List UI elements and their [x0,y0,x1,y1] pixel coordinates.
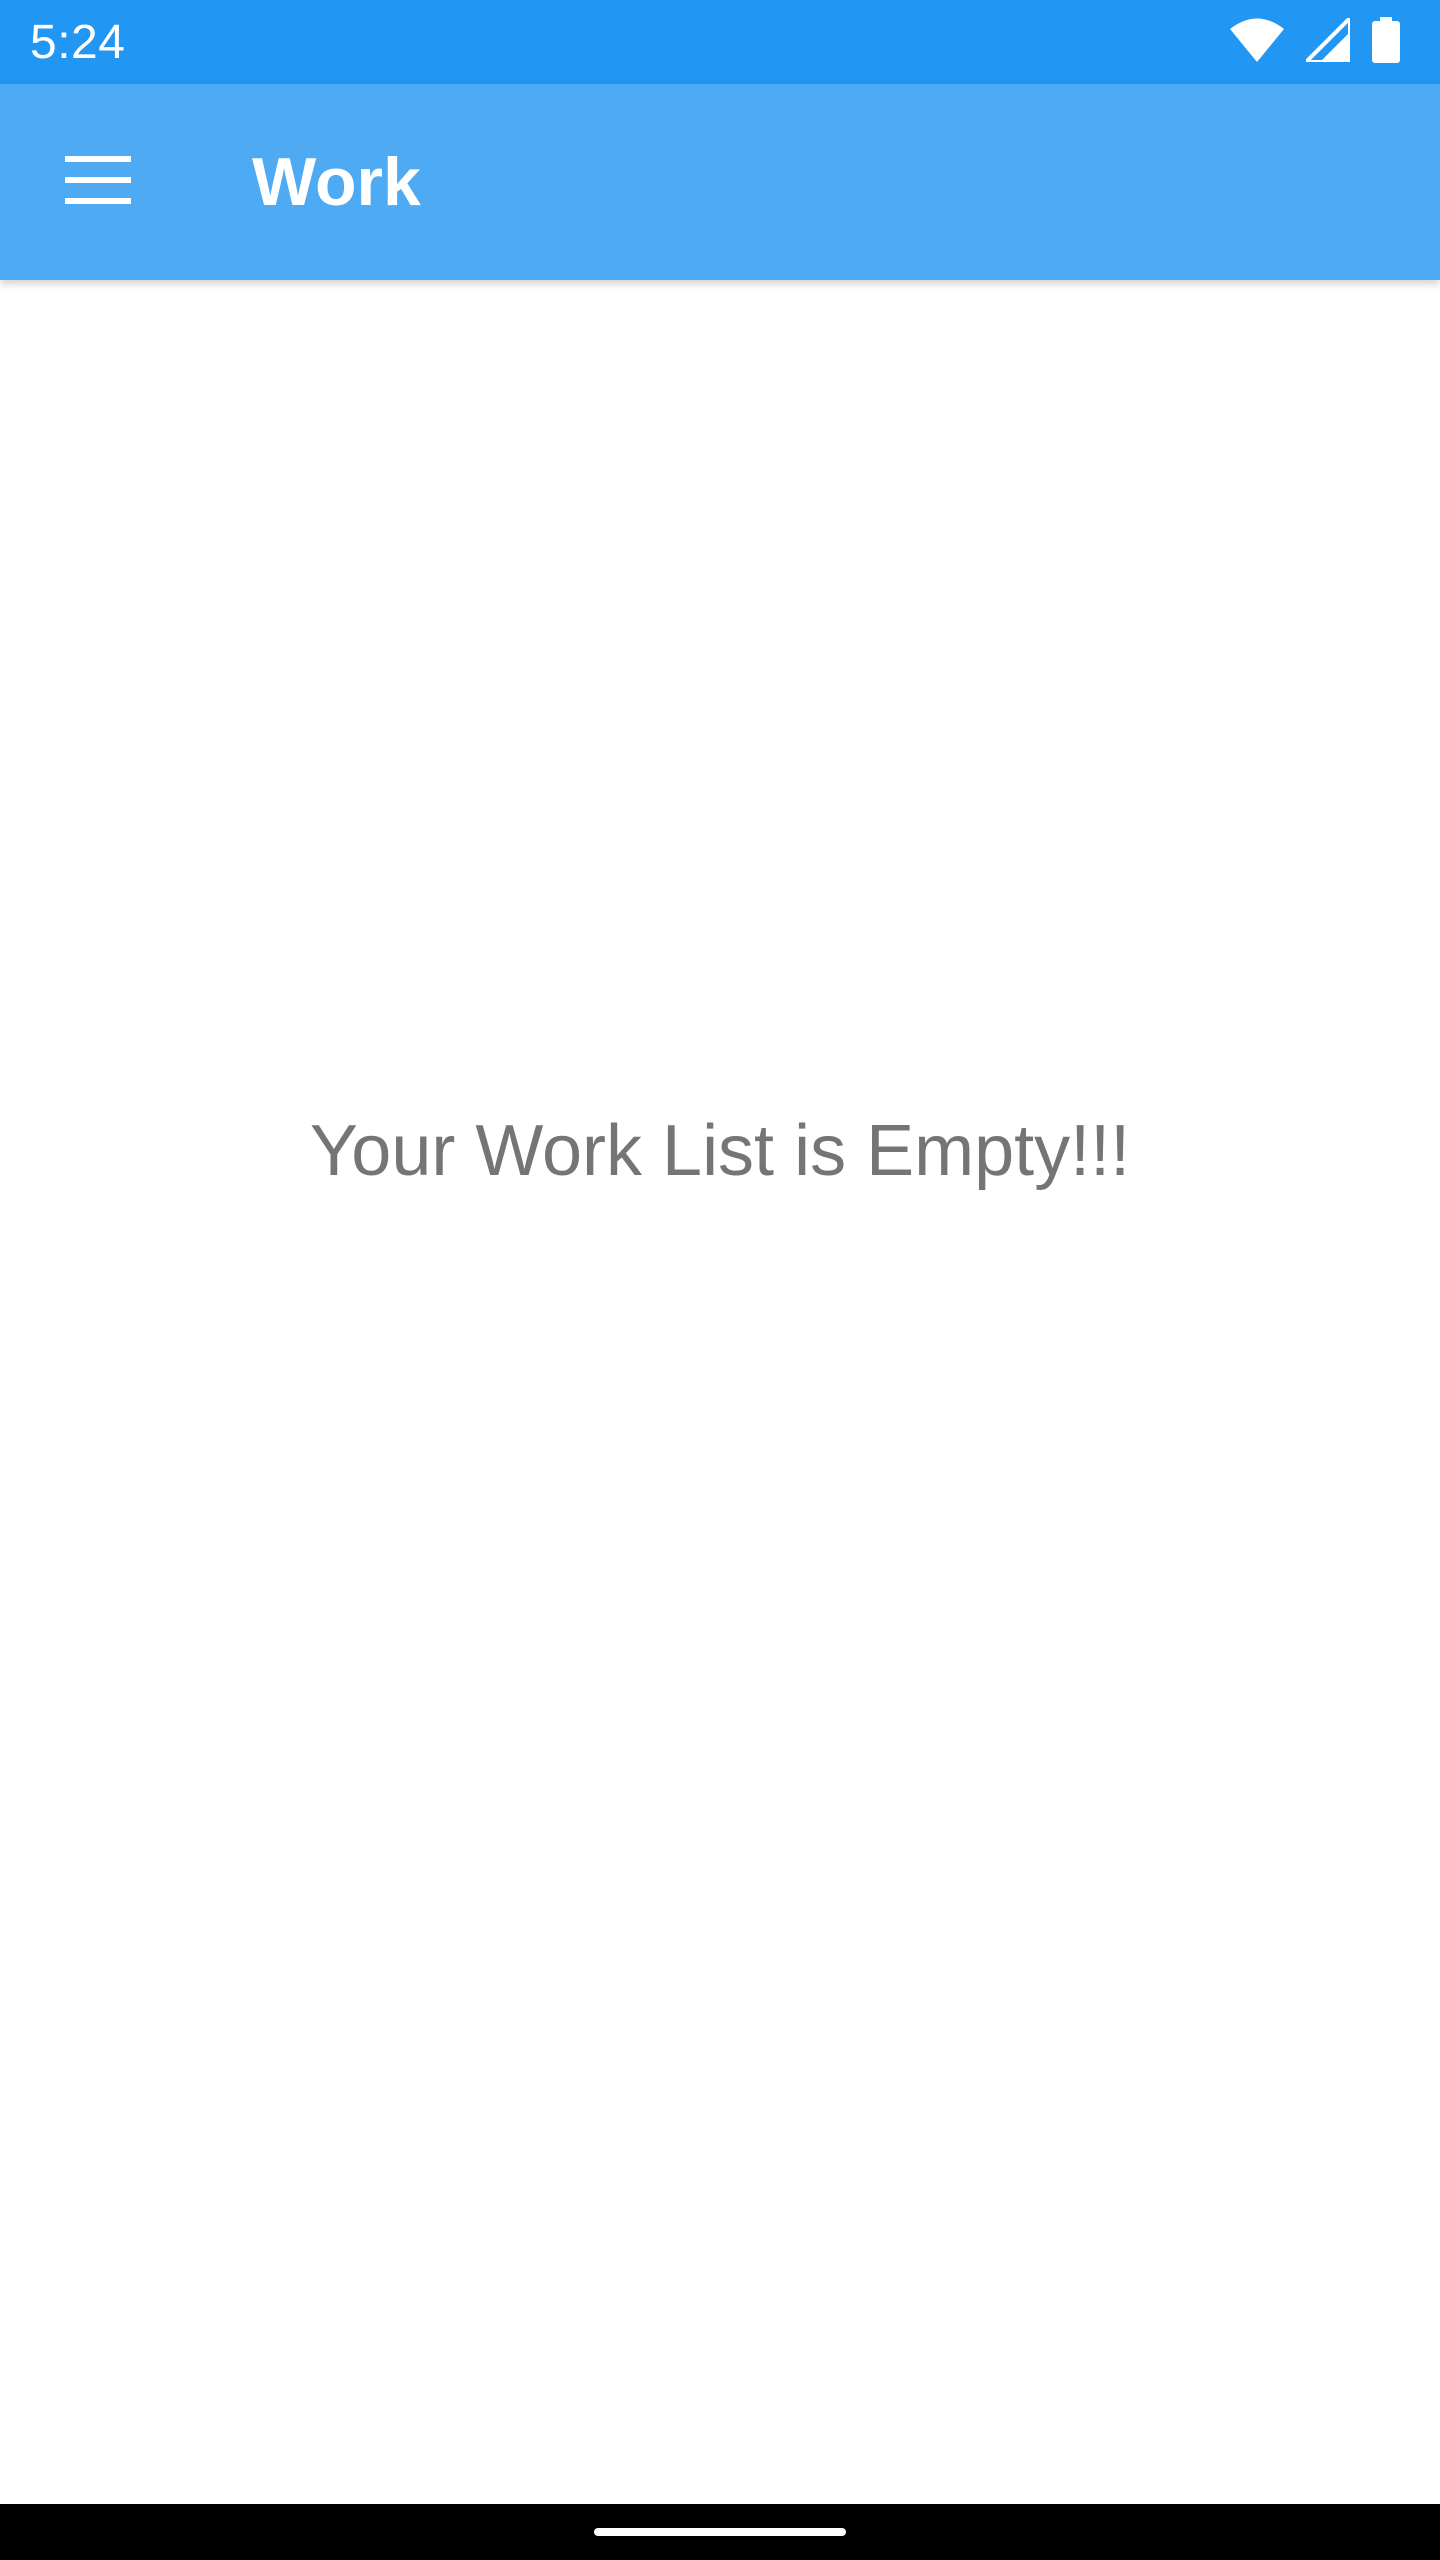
menu-icon [65,155,131,209]
cellular-signal-icon [1301,12,1352,67]
status-time: 5:24 [30,15,126,69]
battery-icon [1372,16,1400,68]
app-bar: Work [0,84,1440,280]
empty-state-message: Your Work List is Empty!!! [309,1111,1131,1191]
page-title: Work [252,144,421,220]
main-content: Your Work List is Empty!!! [0,280,1440,2504]
navigation-bar [0,2504,1440,2560]
status-icons [1230,12,1400,68]
wifi-icon [1230,18,1284,67]
status-bar: 5:24 [0,0,1440,84]
menu-button[interactable] [0,84,196,280]
screen: 5:24 Work Your Work List is Empty!!! [0,0,1440,2560]
home-gesture-handle[interactable] [594,2528,846,2536]
